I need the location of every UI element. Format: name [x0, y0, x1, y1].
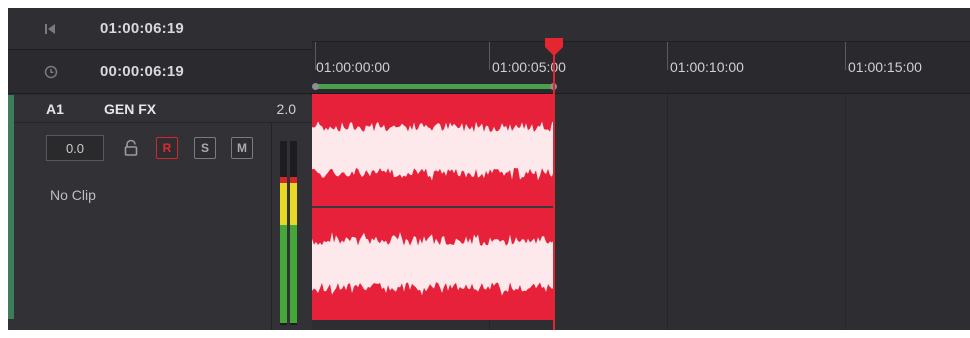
track-header-panel: 01:00:06:19 00:00:06:19 A1 GEN FX 2.0 0.…	[8, 8, 312, 330]
audio-track-lane[interactable]	[312, 94, 970, 330]
clip-status: No Clip	[50, 187, 96, 203]
audio-clip[interactable]	[312, 94, 554, 320]
track-channel-format: 2.0	[276, 100, 296, 117]
track-volume-field[interactable]: 0.0	[46, 135, 104, 161]
meter-channel-right	[290, 141, 297, 325]
track-id: A1	[46, 100, 64, 117]
playhead-line[interactable]	[553, 50, 555, 330]
record-arm-button[interactable]: R	[156, 137, 178, 159]
playhead-handle-icon[interactable]	[543, 38, 565, 56]
ruler-tick	[667, 42, 668, 70]
audio-track-header[interactable]: A1 GEN FX 2.0 0.0 R S M No Clip	[8, 95, 312, 330]
ruler-tick	[845, 42, 846, 70]
waveform-channel-1	[312, 121, 554, 181]
gridline	[667, 94, 668, 330]
fairlight-timeline-window: 01:00:06:19 00:00:06:19 A1 GEN FX 2.0 0.…	[0, 0, 970, 338]
solo-button[interactable]: S	[194, 137, 216, 159]
ruler-label: 01:00:15:00	[848, 59, 922, 75]
meter-channel-left	[280, 141, 287, 325]
panel-divider	[271, 123, 272, 330]
audio-waveform	[312, 121, 554, 296]
track-name[interactable]: GEN FX	[104, 101, 277, 117]
clock-icon	[44, 65, 80, 79]
in-out-range-bar[interactable]	[315, 84, 553, 89]
meter-normal-segment	[280, 225, 287, 323]
timeline-top-strip	[312, 8, 970, 42]
track-color-accent	[8, 95, 14, 319]
track-title-row: A1 GEN FX 2.0	[14, 95, 312, 123]
lock-icon[interactable]	[122, 139, 140, 157]
current-timecode[interactable]: 01:00:06:19	[100, 20, 184, 37]
range-in-handle[interactable]	[312, 83, 319, 90]
mute-button[interactable]: M	[231, 137, 253, 159]
waveform-channel-2	[312, 232, 554, 296]
meter-warning-segment	[280, 183, 287, 225]
duration-timecode: 00:00:06:19	[100, 63, 184, 80]
meter-warning-segment	[290, 183, 297, 225]
audio-level-meter	[280, 141, 298, 325]
meter-normal-segment	[290, 225, 297, 323]
timeline-ruler[interactable]: 01:00:00:00 01:00:05:00 01:00:10:00 01:0…	[312, 42, 970, 94]
current-timecode-row: 01:00:06:19	[8, 8, 312, 50]
ruler-label: 01:00:00:00	[316, 59, 390, 75]
timeline-area[interactable]: 01:00:00:00 01:00:05:00 01:00:10:00 01:0…	[312, 8, 970, 330]
duration-timecode-row: 00:00:06:19	[8, 50, 312, 94]
gridline	[845, 94, 846, 330]
go-to-start-icon[interactable]	[44, 23, 80, 35]
ruler-tick	[489, 42, 490, 70]
ruler-label: 01:00:10:00	[670, 59, 744, 75]
